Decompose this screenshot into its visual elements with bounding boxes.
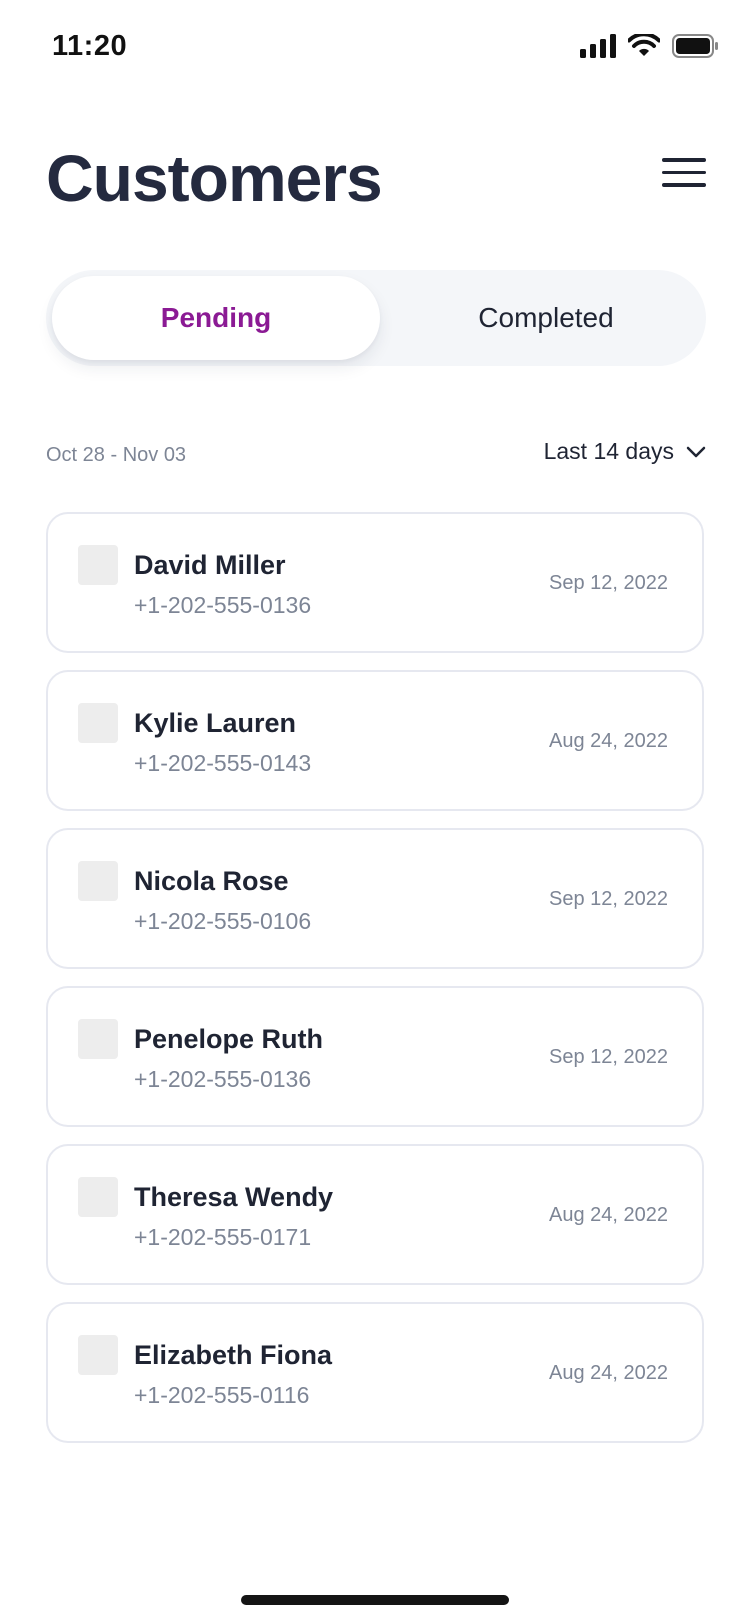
customer-card[interactable]: David Miller +1-202-555-0136 Sep 12, 202… (46, 512, 704, 653)
customer-name: Elizabeth Fiona (134, 1340, 333, 1370)
customer-name: Nicola Rose (134, 866, 289, 896)
hamburger-menu-icon (662, 158, 706, 162)
customer-name: Penelope Ruth (134, 1024, 324, 1054)
menu-button[interactable] (662, 158, 706, 192)
customer-phone: +1-202-555-0171 (134, 1224, 312, 1250)
select-checkbox[interactable] (78, 1019, 118, 1059)
period-dropdown-label: Last 14 days (543, 438, 674, 464)
status-time: 11:20 (52, 30, 128, 62)
tab-completed[interactable]: Completed (392, 276, 700, 360)
status-bar: 11:20 (0, 0, 750, 96)
customer-date: Sep 12, 2022 (549, 572, 668, 594)
customer-phone: +1-202-555-0136 (134, 1066, 312, 1092)
chevron-down-icon (686, 446, 706, 457)
cellular-signal-icon (580, 34, 616, 58)
battery-icon (672, 34, 718, 58)
select-checkbox[interactable] (78, 545, 118, 585)
date-range-label: Oct 28 - Nov 03 (46, 444, 187, 466)
select-checkbox[interactable] (78, 703, 118, 743)
filter-row: Oct 28 - Nov 03 Last 14 days (46, 430, 706, 480)
tab-pending[interactable]: Pending (52, 276, 380, 360)
home-indicator[interactable] (241, 1595, 509, 1605)
select-checkbox[interactable] (78, 1177, 118, 1217)
customer-date: Aug 24, 2022 (549, 730, 668, 752)
select-checkbox[interactable] (78, 1335, 118, 1375)
customer-date: Aug 24, 2022 (549, 1204, 668, 1226)
customer-phone: +1-202-555-0116 (134, 1382, 310, 1408)
page-title: Customers (46, 141, 383, 215)
customer-card[interactable]: Nicola Rose +1-202-555-0106 Sep 12, 2022 (46, 828, 704, 969)
customer-name: David Miller (134, 550, 286, 580)
status-icons (580, 34, 718, 58)
customer-phone: +1-202-555-0106 (134, 908, 312, 934)
customer-card[interactable]: Theresa Wendy +1-202-555-0171 Aug 24, 20… (46, 1144, 704, 1285)
customer-date: Sep 12, 2022 (549, 1046, 668, 1068)
customer-card[interactable]: Elizabeth Fiona +1-202-555-0116 Aug 24, … (46, 1302, 704, 1443)
status-tabs: Pending Completed (46, 270, 706, 366)
customer-name: Kylie Lauren (134, 708, 297, 738)
period-dropdown[interactable]: Last 14 days (544, 438, 706, 465)
customer-card[interactable]: Kylie Lauren +1-202-555-0143 Aug 24, 202… (46, 670, 704, 811)
customer-card[interactable]: Penelope Ruth +1-202-555-0136 Sep 12, 20… (46, 986, 704, 1127)
customer-date: Aug 24, 2022 (549, 1362, 668, 1384)
customer-phone: +1-202-555-0143 (134, 750, 312, 776)
customer-date: Sep 12, 2022 (549, 888, 668, 910)
customer-name: Theresa Wendy (134, 1182, 334, 1212)
hamburger-menu-icon (662, 170, 706, 174)
wifi-icon (628, 34, 660, 56)
header: Customers (46, 130, 706, 220)
customer-phone: +1-202-555-0136 (134, 592, 312, 618)
hamburger-menu-icon (662, 183, 706, 187)
select-checkbox[interactable] (78, 861, 118, 901)
